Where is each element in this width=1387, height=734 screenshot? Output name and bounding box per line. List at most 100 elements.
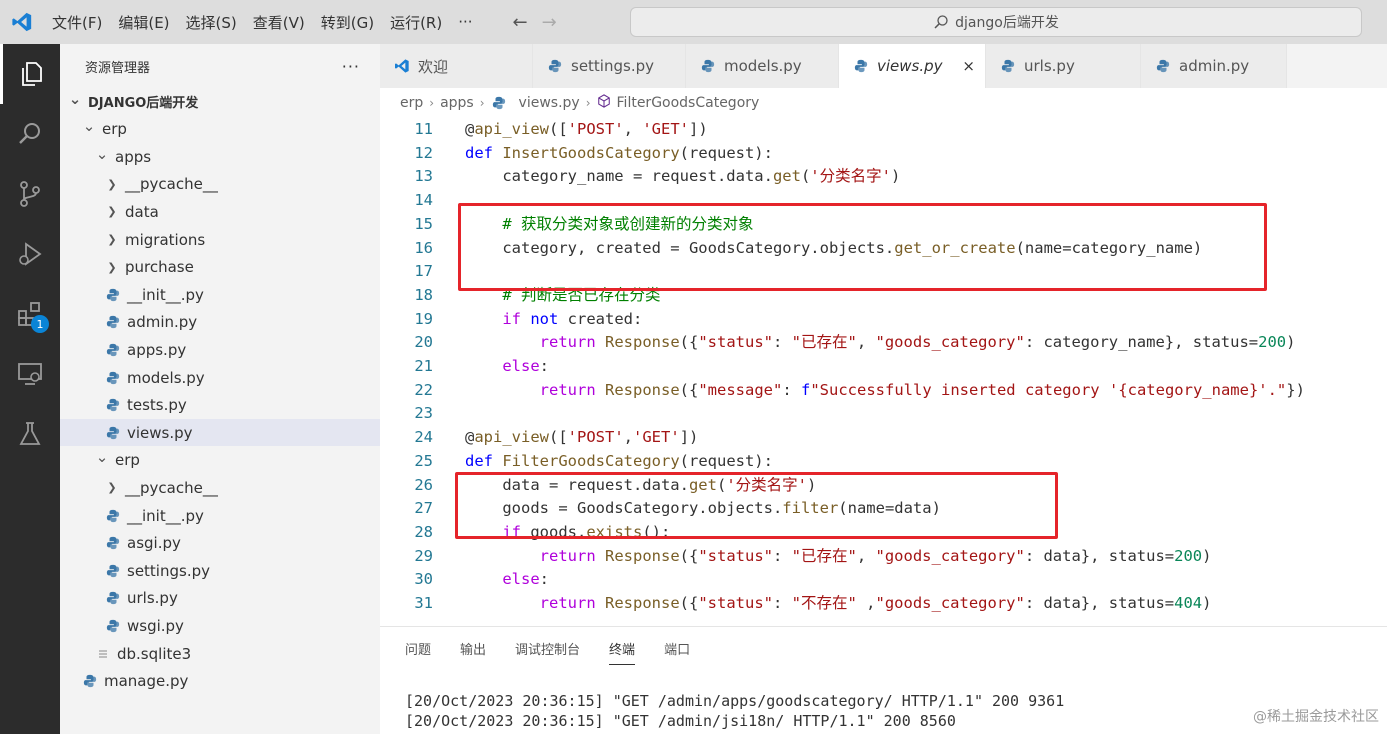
tab-label: admin.py xyxy=(1179,57,1250,75)
menu-go[interactable]: 转到(G) xyxy=(313,12,382,33)
panel-tab-debug-console[interactable]: 调试控制台 xyxy=(515,639,580,665)
close-icon[interactable]: × xyxy=(962,57,975,75)
tab-urls-py[interactable]: urls.py xyxy=(986,44,1141,88)
panel-tab-ports[interactable]: 端口 xyxy=(664,639,690,665)
tree-item-label: data xyxy=(125,202,159,221)
line-number: 28 xyxy=(414,522,433,541)
tab-label: urls.py xyxy=(1024,57,1075,75)
explorer-more-button[interactable]: ··· xyxy=(342,57,360,76)
run-debug-icon[interactable] xyxy=(0,224,60,284)
explorer-root-folder[interactable]: ⌄ DJANGO后端开发 xyxy=(60,88,380,115)
breadcrumb-item[interactable]: FilterGoodsCategory xyxy=(617,95,760,111)
code-line: 12 def InsertGoodsCategory(request): xyxy=(380,141,1387,165)
editor-tabs: 欢迎 settings.py models.py views.py × urls.py ad… xyxy=(380,44,1387,88)
line-number: 17 xyxy=(414,262,433,281)
tree-file[interactable]: views.py xyxy=(60,419,380,447)
explorer-sidebar: 资源管理器 ··· ⌄ DJANGO后端开发 ⌄ erp ⌄ apps ❯ __pycache… xyxy=(60,44,380,734)
code-text: def FilterGoodsCategory(request): xyxy=(465,451,773,470)
python-icon xyxy=(105,288,121,302)
tab-models-py[interactable]: models.py xyxy=(686,44,839,88)
tree-item-label: DJANGO后端开发 xyxy=(88,96,199,111)
code-text: def InsertGoodsCategory(request): xyxy=(465,143,773,162)
remote-explorer-icon[interactable] xyxy=(0,344,60,404)
chevron-down-icon: ⌄ xyxy=(95,448,109,467)
python-icon xyxy=(82,674,98,688)
tab-admin-py[interactable]: admin.py xyxy=(1141,44,1287,88)
tree-file[interactable]: __init__.py xyxy=(60,281,380,308)
line-number: 20 xyxy=(414,333,433,352)
tree-file[interactable]: models.py xyxy=(60,364,380,391)
code-line: 11 @api_view(['POST', 'GET']) xyxy=(380,117,1387,141)
tree-file[interactable]: admin.py xyxy=(60,309,380,336)
code-editor[interactable]: 11 @api_view(['POST', 'GET']) 12 def Insert… xyxy=(380,117,1387,614)
line-number: 14 xyxy=(414,191,433,210)
tree-file[interactable]: manage.py xyxy=(60,668,380,695)
tree-item-label: purchase xyxy=(125,258,194,277)
tree-item-label: asgi.py xyxy=(127,534,181,553)
tree-item-label: tests.py xyxy=(127,396,187,415)
breadcrumb-item[interactable]: erp xyxy=(400,95,423,111)
tree-file[interactable]: db.sqlite3 xyxy=(60,640,380,667)
panel-tab-terminal[interactable]: 终端 xyxy=(609,639,636,665)
line-number: 26 xyxy=(414,475,433,494)
testing-icon[interactable] xyxy=(0,404,60,464)
tree-folder[interactable]: ⌄ erp xyxy=(60,447,380,474)
forward-arrow-icon[interactable]: → xyxy=(542,12,557,33)
explorer-icon[interactable] xyxy=(0,44,60,104)
code-line: 19 if not created: xyxy=(380,307,1387,331)
line-number: 31 xyxy=(414,594,433,612)
tree-file[interactable]: asgi.py xyxy=(60,530,380,557)
tree-file[interactable]: urls.py xyxy=(60,585,380,612)
python-icon xyxy=(105,619,121,633)
menu-run[interactable]: 运行(R) xyxy=(382,12,450,33)
tab-settings-py[interactable]: settings.py xyxy=(533,44,686,88)
code-text: @api_view(['POST', 'GET']) xyxy=(465,120,708,138)
line-number: 29 xyxy=(414,546,433,565)
menu-selection[interactable]: 选择(S) xyxy=(178,12,245,33)
code-line: 24 @api_view(['POST','GET']) xyxy=(380,425,1387,449)
source-control-icon[interactable] xyxy=(0,164,60,224)
menu-view[interactable]: 查看(V) xyxy=(245,12,313,33)
tree-folder[interactable]: ⌄ erp xyxy=(60,116,380,143)
vscode-logo-icon xyxy=(0,0,44,44)
breadcrumb-item[interactable]: views.py xyxy=(519,95,580,111)
search-icon xyxy=(934,15,948,29)
tree-file[interactable]: __init__.py xyxy=(60,502,380,529)
tree-folder[interactable]: ❯ __pycache__ xyxy=(60,171,380,198)
tab-欢迎[interactable]: 欢迎 xyxy=(380,44,533,88)
tree-file[interactable]: apps.py xyxy=(60,336,380,363)
search-activity-icon[interactable] xyxy=(0,104,60,164)
tree-folder[interactable]: ❯ purchase xyxy=(60,254,380,281)
code-text: category_name = request.data.get('分类名字') xyxy=(465,167,901,186)
chevron-right-icon: ❯ xyxy=(107,481,117,495)
code-text: return Response({"status": "已存在", "goods… xyxy=(539,546,1212,565)
panel-tab-problems[interactable]: 问题 xyxy=(405,639,431,665)
tab-views-py[interactable]: views.py × xyxy=(839,44,986,88)
python-icon xyxy=(105,343,121,357)
symbol-method-icon xyxy=(597,93,611,112)
tab-label: models.py xyxy=(724,57,802,75)
tree-file[interactable]: settings.py xyxy=(60,557,380,584)
tree-folder[interactable]: ❯ __pycache__ xyxy=(60,474,380,501)
back-arrow-icon[interactable]: ← xyxy=(513,12,528,33)
code-text: else: xyxy=(502,357,549,375)
tree-file[interactable]: wsgi.py xyxy=(60,612,380,639)
chevron-right-icon: ❯ xyxy=(107,205,117,219)
menu-more[interactable]: ··· xyxy=(450,13,480,31)
tree-folder[interactable]: ❯ migrations xyxy=(60,226,380,253)
command-center[interactable]: django后端开发 xyxy=(630,7,1362,37)
code-text: return Response({"status": "已存在", "goods… xyxy=(539,333,1296,352)
python-icon xyxy=(105,398,121,412)
menu-edit[interactable]: 编辑(E) xyxy=(110,12,177,33)
tree-folder[interactable]: ❯ data xyxy=(60,198,380,225)
panel-tab-output[interactable]: 输出 xyxy=(460,639,486,665)
extensions-icon[interactable]: 1 xyxy=(0,284,60,344)
tree-file[interactable]: tests.py xyxy=(60,392,380,419)
line-number: 13 xyxy=(414,167,433,186)
tree-item-label: apps.py xyxy=(127,340,187,359)
breadcrumb-item[interactable]: apps xyxy=(440,95,474,111)
code-line: 30 else: xyxy=(380,567,1387,591)
terminal-line: [20/Oct/2023 20:36:15] "GET /admin/jsi18… xyxy=(405,712,956,730)
tree-folder[interactable]: ⌄ apps xyxy=(60,143,380,170)
menu-file[interactable]: 文件(F) xyxy=(44,12,110,33)
